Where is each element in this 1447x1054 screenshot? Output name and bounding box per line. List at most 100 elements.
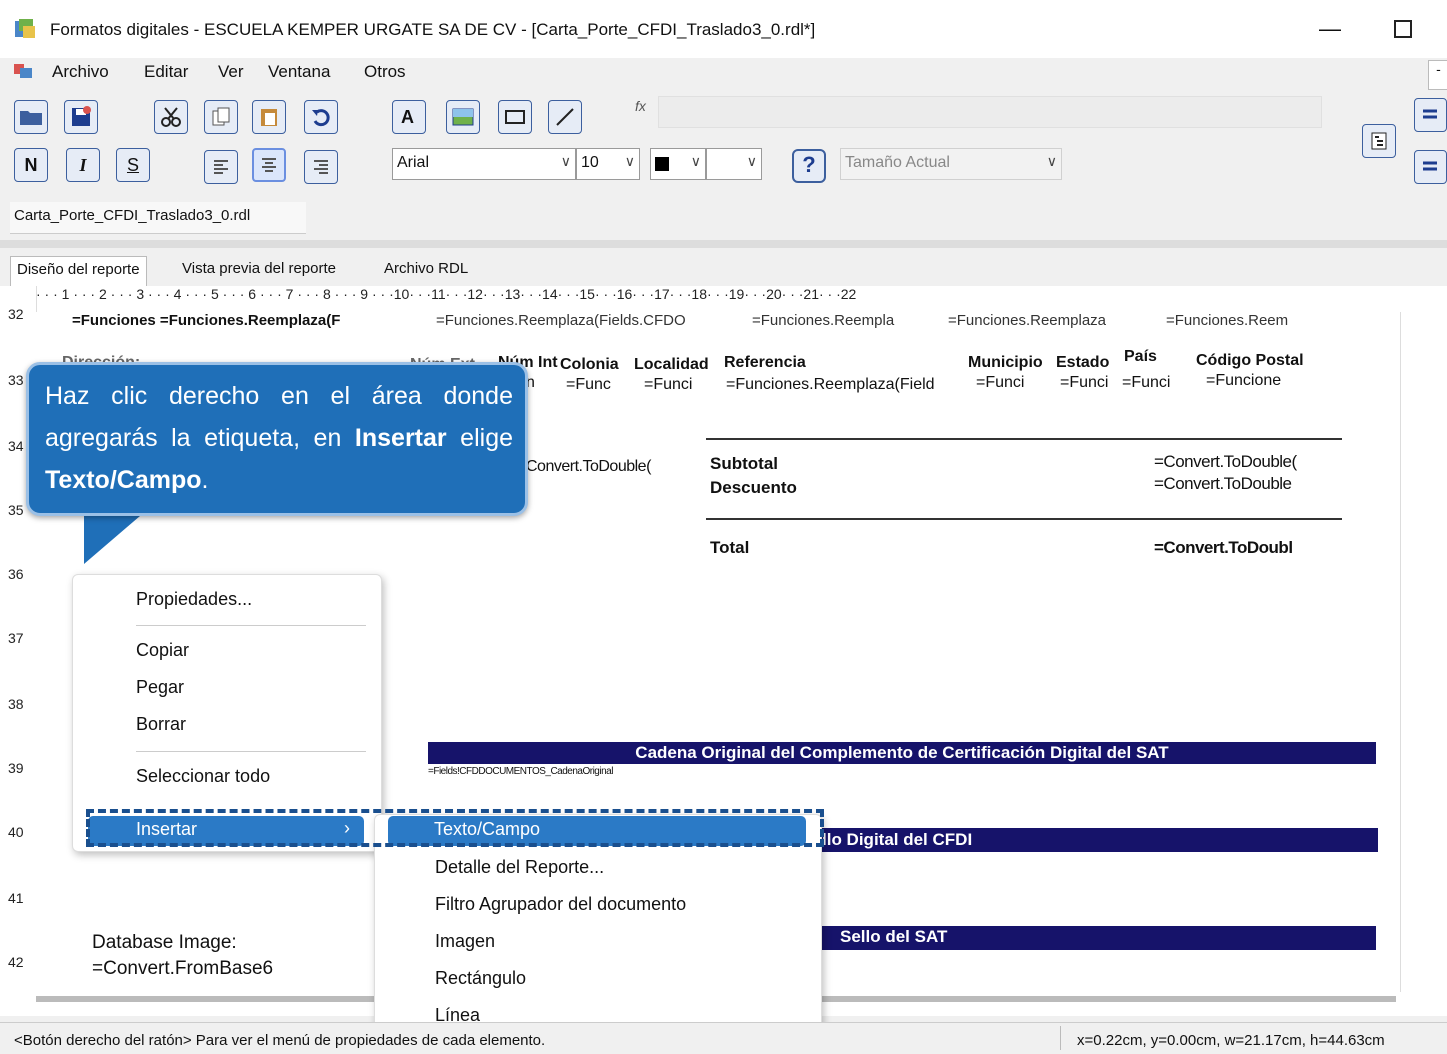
cut-button[interactable]	[154, 100, 188, 134]
document-tab[interactable]: Carta_Porte_CFDI_Traslado3_0.rdl	[10, 202, 306, 234]
cadena-field[interactable]: =Fields!CFDDOCUMENTOS_CadenaOriginal	[428, 766, 613, 777]
sort-icon	[1422, 109, 1437, 119]
text-tool-button[interactable]: A	[392, 100, 426, 134]
undo-button[interactable]	[304, 100, 338, 134]
menu-item-borrar[interactable]: Borrar	[136, 714, 186, 735]
menu-ver[interactable]: Ver	[218, 62, 244, 82]
undo-icon	[312, 109, 330, 127]
report-label[interactable]: Municipio	[968, 354, 1043, 372]
font-select[interactable]: Arial ∨	[392, 148, 576, 180]
align-right-button[interactable]	[304, 150, 338, 184]
total-label[interactable]: Total	[710, 538, 749, 558]
report-field[interactable]: =Funci	[1060, 374, 1108, 392]
formula-input[interactable]	[658, 96, 1322, 128]
report-label[interactable]: Localidad	[634, 356, 709, 374]
tab-design[interactable]: Diseño del reporte	[10, 256, 147, 286]
report-field[interactable]: =Funciones.Reemplaza(Fields.CFDO	[436, 312, 686, 329]
submenu-item-imagen[interactable]: Imagen	[435, 931, 495, 952]
image-tool-button[interactable]	[446, 100, 480, 134]
style-select[interactable]: ∨	[706, 148, 762, 180]
underline-button[interactable]: S	[116, 148, 150, 182]
size-select[interactable]: 10 ∨	[576, 148, 640, 180]
italic-button[interactable]: I	[66, 148, 100, 182]
descuento-label[interactable]: Descuento	[710, 478, 797, 498]
menu-item-propiedades[interactable]: Propiedades...	[136, 589, 252, 610]
report-label[interactable]: Referencia	[724, 354, 806, 372]
report-label[interactable]: País	[1124, 348, 1157, 366]
align-right-icon	[314, 160, 328, 174]
line-tool-button[interactable]	[548, 100, 582, 134]
report-field[interactable]: =Func	[566, 376, 611, 394]
report-label[interactable]: Colonia	[560, 356, 619, 374]
submenu-item-filtro[interactable]: Filtro Agrupador del documento	[435, 894, 686, 915]
menu-otros[interactable]: Otros	[364, 62, 406, 82]
help-button[interactable]: ?	[792, 149, 826, 183]
color-select[interactable]: ∨	[650, 148, 706, 180]
tab-rdl[interactable]: Archivo RDL	[378, 256, 474, 286]
save-button[interactable]	[64, 100, 98, 134]
rectangle-tool-button[interactable]	[498, 100, 532, 134]
open-file-button[interactable]	[14, 100, 48, 134]
sello-sat-banner[interactable]: Sello del SAT	[820, 926, 1376, 950]
menu-item-copiar[interactable]: Copiar	[136, 640, 189, 661]
report-field[interactable]: Convert.ToDouble(	[526, 458, 651, 476]
menu-item-seleccionar-todo[interactable]: Seleccionar todo	[136, 766, 270, 787]
descuento-value[interactable]: =Convert.ToDouble	[1154, 474, 1292, 494]
minimize-button[interactable]: —	[1310, 14, 1350, 44]
callout-text: .	[201, 466, 209, 494]
align-left-button[interactable]	[204, 150, 238, 184]
total-value[interactable]: =Convert.ToDoubl	[1154, 538, 1293, 558]
cadena-banner[interactable]: Cadena Original del Complemento de Certi…	[428, 742, 1376, 764]
report-field[interactable]: =Funci	[1122, 374, 1170, 392]
subtotal-label[interactable]: Subtotal	[710, 454, 778, 474]
copy-icon	[212, 107, 230, 126]
window-title: Formatos digitales - ESCUELA KEMPER URGA…	[50, 20, 816, 39]
paste-button[interactable]	[252, 100, 286, 134]
db-image-field[interactable]: =Convert.FromBase6	[92, 958, 273, 980]
line-icon	[556, 108, 574, 126]
submenu-item-rectangulo[interactable]: Rectángulo	[435, 968, 526, 989]
report-field[interactable]: =Funciones.Reempla	[752, 312, 894, 329]
document-minimize-button[interactable]: -	[1428, 60, 1447, 90]
report-field[interactable]: =Funciones.Reemplaza	[948, 312, 1106, 329]
zoom-value: Tamaño Actual	[845, 154, 950, 171]
align-center-button[interactable]	[252, 148, 286, 182]
copy-button[interactable]	[204, 100, 238, 134]
report-field[interactable]: =Funciones.Reemplaza(Field	[726, 376, 935, 394]
db-image-label[interactable]: Database Image:	[92, 932, 237, 954]
report-label[interactable]: Estado	[1056, 354, 1109, 372]
menu-archivo[interactable]: Archivo	[52, 62, 109, 82]
callout-texto-campo: Texto/Campo	[45, 466, 202, 494]
zoom-select[interactable]: Tamaño Actual ∨	[840, 148, 1062, 180]
divider-line	[706, 438, 1342, 440]
tree-view-button[interactable]	[1362, 124, 1396, 158]
subtotal-value[interactable]: =Convert.ToDouble(	[1154, 452, 1297, 472]
app-icon	[14, 18, 36, 40]
menu-editar[interactable]: Editar	[144, 62, 188, 82]
ruler-mark: 36	[8, 566, 24, 582]
sort-asc-button[interactable]	[1414, 98, 1447, 132]
rectangle-icon	[505, 110, 525, 124]
menu-item-pegar[interactable]: Pegar	[136, 677, 184, 698]
chevron-down-icon: ∨	[690, 153, 701, 169]
chevron-down-icon: ∨	[1046, 153, 1057, 169]
ruler-mark: 37	[8, 630, 24, 646]
submenu-item-detalle[interactable]: Detalle del Reporte...	[435, 857, 604, 878]
report-field[interactable]: =Funciones.Reem	[1166, 312, 1288, 329]
report-field[interactable]: =Funcione	[1206, 372, 1281, 390]
horizontal-ruler: · · · 1 · · · 2 · · · 3 · · · 4 · · · 5 …	[36, 286, 1447, 312]
paste-icon	[261, 109, 277, 126]
align-center-icon	[262, 158, 276, 172]
report-label[interactable]: Código Postal	[1196, 352, 1304, 370]
report-field[interactable]: =Funci	[976, 374, 1024, 392]
ruler-mark: 32	[8, 306, 24, 322]
bold-button[interactable]: N	[14, 148, 48, 182]
maximize-button[interactable]	[1384, 14, 1420, 44]
report-field[interactable]: =Funciones =Funciones.Reemplaza(F	[72, 312, 340, 329]
tab-preview[interactable]: Vista previa del reporte	[176, 256, 342, 286]
align-left-icon	[214, 160, 228, 174]
report-field[interactable]: =Funci	[644, 376, 692, 394]
menu-ventana[interactable]: Ventana	[268, 62, 330, 82]
sort-desc-button[interactable]	[1414, 150, 1447, 184]
sello-cfdi-banner[interactable]: llo Digital del CFDI	[820, 828, 1378, 852]
